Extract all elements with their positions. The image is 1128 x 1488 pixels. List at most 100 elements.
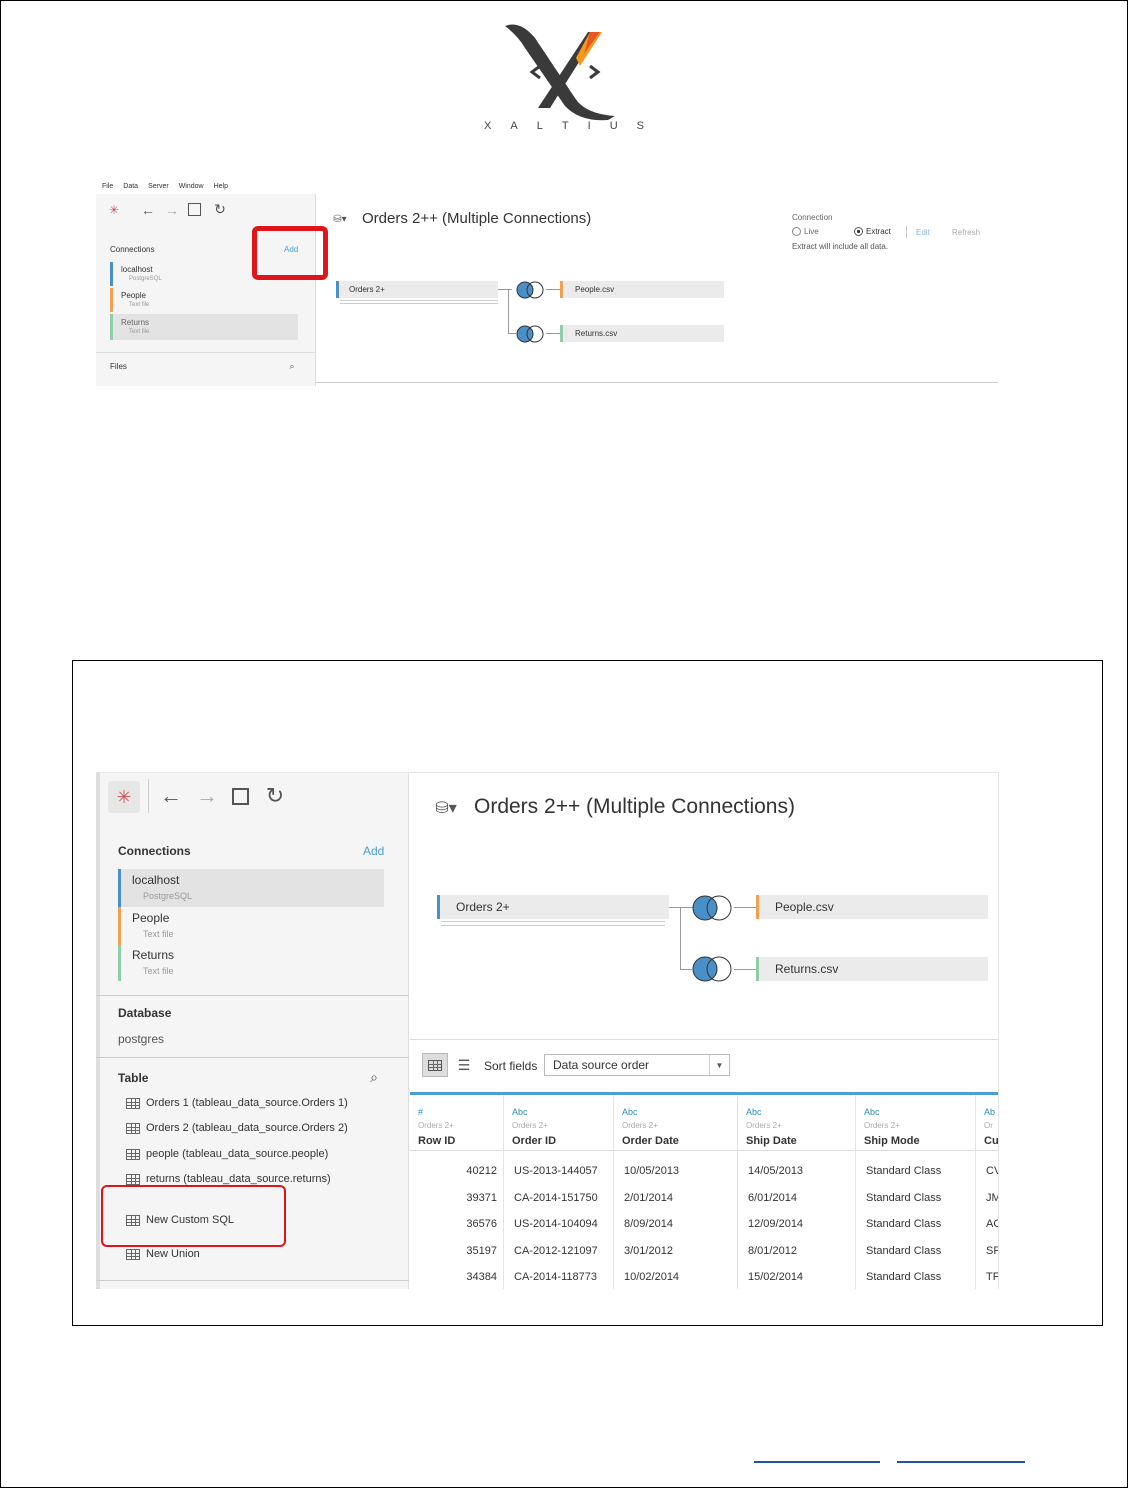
table-node-orders[interactable]: Orders 2+ bbox=[336, 281, 498, 298]
column-name: Row ID bbox=[418, 1135, 456, 1147]
table-cell: 10/02/2014 bbox=[624, 1271, 680, 1283]
back-arrow-icon[interactable]: ← bbox=[140, 202, 156, 218]
table-cell: 15/02/2014 bbox=[748, 1271, 804, 1283]
datasource-title[interactable]: Orders 2++ (Multiple Connections) bbox=[362, 210, 591, 227]
menu-server[interactable]: Server bbox=[148, 183, 169, 190]
join-icon-left[interactable] bbox=[690, 955, 736, 983]
highlight-add bbox=[252, 226, 328, 280]
table-node-people[interactable]: People.csv bbox=[560, 281, 724, 298]
table-cell: 8/01/2012 bbox=[748, 1244, 797, 1257]
menu-help[interactable]: Help bbox=[214, 183, 228, 190]
table-cell: 14/05/2013 bbox=[748, 1165, 804, 1177]
footer-link-underline bbox=[754, 1461, 880, 1463]
column-source: Or bbox=[984, 1121, 993, 1130]
forward-arrow-icon[interactable]: → bbox=[194, 783, 220, 809]
menu-window[interactable]: Window bbox=[179, 183, 204, 190]
table-item-returns[interactable]: returns (tableau_data_source.returns) bbox=[126, 1173, 331, 1185]
column-header[interactable]: # Orders 2+ Row ID bbox=[410, 1095, 503, 1151]
save-icon[interactable] bbox=[232, 788, 249, 805]
add-connection-link[interactable]: Add bbox=[363, 844, 384, 858]
grid-column[interactable]: Abc Orders 2+ Order Date 10/05/2013 2/01/201… bbox=[614, 1095, 738, 1289]
grid-column[interactable]: Ab Or Cu CV JM AC SF TF bbox=[976, 1095, 999, 1289]
connection-returns[interactable]: Returns Text file bbox=[110, 314, 298, 340]
grid-column[interactable]: Abc Orders 2+ Order ID US-2013-144057 CA-201… bbox=[504, 1095, 614, 1289]
union-icon bbox=[126, 1248, 140, 1260]
table-cell: 3/01/2012 bbox=[624, 1244, 673, 1257]
join-icon-left[interactable] bbox=[690, 894, 736, 922]
divider bbox=[96, 1057, 409, 1058]
back-arrow-icon[interactable]: ← bbox=[158, 783, 184, 809]
connections-heading: Connections bbox=[110, 245, 155, 254]
new-union[interactable]: New Union bbox=[126, 1248, 200, 1260]
table-cell: 39371 bbox=[466, 1191, 497, 1204]
grid-column[interactable]: Abc Orders 2+ Ship Date 14/05/2013 6/01/2014… bbox=[738, 1095, 856, 1289]
divider bbox=[96, 995, 409, 996]
table-item-orders2[interactable]: Orders 2 (tableau_data_source.Orders 2) bbox=[126, 1122, 348, 1134]
datasource-title[interactable]: Orders 2++ (Multiple Connections) bbox=[474, 795, 795, 819]
table-node-people[interactable]: People.csv bbox=[756, 895, 988, 919]
table-cell: 6/01/2014 bbox=[748, 1191, 797, 1204]
column-type-icon: Ab bbox=[984, 1107, 996, 1117]
column-source: Orders 2+ bbox=[864, 1121, 900, 1130]
table-item-people[interactable]: people (tableau_data_source.people) bbox=[126, 1148, 328, 1160]
menu-bar: File Data Server Window Help bbox=[102, 183, 228, 190]
table-grid-icon bbox=[126, 1173, 140, 1185]
menu-file[interactable]: File bbox=[102, 183, 113, 190]
toolbar-left-accent bbox=[96, 773, 100, 1289]
datasource-icon: ⛁▾ bbox=[333, 213, 347, 225]
connection-people[interactable]: People Text file bbox=[118, 907, 384, 945]
database-heading: Database bbox=[118, 1006, 172, 1020]
menu-data[interactable]: Data bbox=[123, 183, 138, 190]
table-heading: Table bbox=[118, 1071, 149, 1085]
extract-note: Extract will include all data. bbox=[792, 242, 889, 251]
table-cell: CA-2014-151750 bbox=[514, 1191, 598, 1204]
refresh-icon[interactable]: ↻ bbox=[262, 783, 288, 809]
database-value[interactable]: postgres bbox=[118, 1032, 164, 1046]
edit-link[interactable]: Edit bbox=[916, 228, 930, 237]
table-item-orders1[interactable]: Orders 1 (tableau_data_source.Orders 1) bbox=[126, 1097, 348, 1109]
column-type-icon: Abc bbox=[512, 1107, 528, 1117]
table-grid-icon bbox=[126, 1148, 140, 1160]
column-header[interactable]: Abc Orders 2+ Order Date bbox=[614, 1095, 737, 1151]
table-cell: TF bbox=[986, 1271, 999, 1283]
table-node-orders[interactable]: Orders 2+ bbox=[437, 895, 669, 919]
connections-heading: Connections bbox=[118, 844, 191, 858]
table-node-returns[interactable]: Returns.csv bbox=[560, 325, 724, 342]
live-radio[interactable]: Live bbox=[792, 227, 819, 236]
column-type-icon: Abc bbox=[746, 1107, 762, 1117]
column-header[interactable]: Ab Or Cu bbox=[976, 1095, 998, 1151]
table-node-returns[interactable]: Returns.csv bbox=[756, 957, 988, 981]
forward-arrow-icon[interactable]: → bbox=[164, 202, 180, 218]
column-header[interactable]: Abc Orders 2+ Ship Date bbox=[738, 1095, 855, 1151]
join-icon-left[interactable] bbox=[514, 280, 548, 300]
table-cell: 12/09/2014 bbox=[748, 1218, 804, 1230]
column-name: Order ID bbox=[512, 1135, 557, 1147]
table-cell: 36576 bbox=[466, 1218, 497, 1230]
grid-column[interactable]: Abc Orders 2+ Ship Mode Standard Class Stand… bbox=[856, 1095, 976, 1289]
refresh-link[interactable]: Refresh bbox=[952, 228, 980, 237]
search-icon[interactable]: ⌕ bbox=[286, 360, 298, 372]
screenshot-large: ✳ ← → ↻ Connections Add localhost Postgr… bbox=[96, 772, 999, 1289]
column-header[interactable]: Abc Orders 2+ Order ID bbox=[504, 1095, 613, 1151]
connection-returns[interactable]: Returns Text file bbox=[118, 945, 384, 981]
connection-label: Connection bbox=[792, 213, 833, 222]
tableau-icon[interactable]: ✳ bbox=[108, 781, 140, 813]
refresh-icon[interactable]: ↻ bbox=[212, 201, 228, 217]
chevron-down-icon: ▼ bbox=[709, 1055, 729, 1075]
sort-fields-select[interactable]: Data source order ▼ bbox=[544, 1054, 730, 1076]
grid-view-icon[interactable] bbox=[422, 1053, 448, 1077]
connection-localhost[interactable]: localhost PostgreSQL bbox=[118, 869, 384, 907]
tableau-icon[interactable]: ✳ bbox=[106, 202, 122, 218]
table-cell: Standard Class bbox=[866, 1244, 942, 1257]
toolbar-divider bbox=[148, 779, 149, 813]
highlight-new-custom-sql bbox=[101, 1185, 286, 1247]
grid-column[interactable]: # Orders 2+ Row ID 40212 39371 36576 35197 3438… bbox=[410, 1095, 504, 1289]
join-icon-left[interactable] bbox=[514, 324, 548, 344]
column-header[interactable]: Abc Orders 2+ Ship Mode bbox=[856, 1095, 975, 1151]
join-connector bbox=[680, 907, 681, 969]
save-icon[interactable] bbox=[188, 203, 201, 216]
connection-people[interactable]: People Text file bbox=[110, 288, 298, 312]
search-icon[interactable]: ⌕ bbox=[366, 1069, 382, 1085]
list-view-icon[interactable]: ☰ bbox=[454, 1055, 474, 1075]
extract-radio[interactable]: Extract bbox=[854, 227, 891, 236]
